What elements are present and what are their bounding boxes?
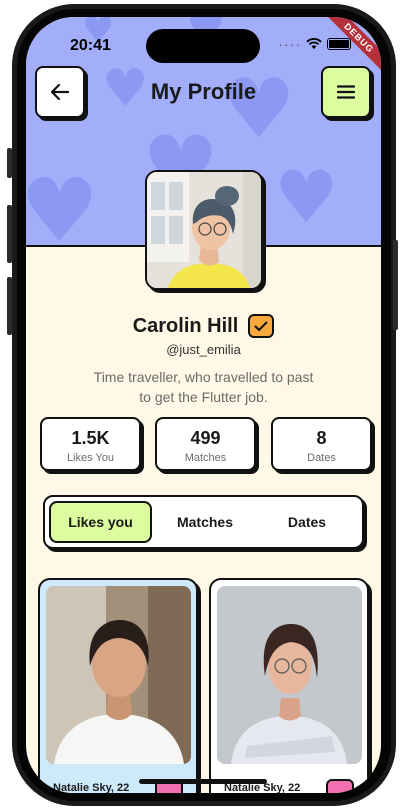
stat-value: 8 [316,428,327,448]
status-icons: ···· [278,36,351,52]
stat-value: 499 [190,428,221,448]
dynamic-island [146,29,260,63]
stat-likes-you[interactable]: 1.5K Likes You [40,417,141,471]
profile-name: Carolin Hill [132,314,239,337]
menu-button[interactable] [321,66,371,118]
match-card[interactable]: Natalie Sky, 22 [209,578,369,793]
profile-photo [147,172,261,288]
heart-decoration-icon: ♥ [274,155,339,239]
signal-icon: ···· [278,36,301,52]
app-screen: ♥ ♥ ♥ ♥ ♥ ♥ ♥ 20:41 ···· DEBUG My Profil… [26,17,381,793]
battery-icon [327,38,351,50]
card-like-button[interactable] [326,779,354,793]
hamburger-menu-icon [337,85,355,99]
phone-side-button [7,205,12,263]
stat-value: 1.5K [71,428,110,448]
wifi-icon [306,38,322,49]
tab-bar: Likes you Matches Dates [43,495,364,549]
status-time: 20:41 [70,37,111,54]
person-photo [217,586,362,764]
stat-label: Matches [184,452,227,464]
profile-bio: Time traveller, who travelled to past to… [93,369,314,405]
stat-label: Dates [307,452,336,464]
person-photo [46,586,191,764]
stat-label: Likes You [66,452,115,464]
card-photo [217,586,362,764]
profile-handle: @just_emilia [166,342,241,357]
tab-matches[interactable]: Matches [155,501,255,543]
tab-likes-you[interactable]: Likes you [49,501,152,543]
card-photo [46,586,191,764]
home-indicator[interactable] [139,779,267,784]
card-name: Natalie Sky, 22 [53,782,130,793]
profile-avatar[interactable] [145,170,263,290]
verified-badge [248,314,275,338]
profile-name-row: Carolin Hill [26,314,381,338]
phone-side-button [7,148,12,178]
tab-dates[interactable]: Dates [257,501,357,543]
stat-matches[interactable]: 499 Matches [155,417,256,471]
match-card[interactable]: Natalie Sky, 22 [38,578,198,793]
check-icon [254,321,268,331]
stat-dates[interactable]: 8 Dates [271,417,372,471]
heart-decoration-icon: ♥ [26,159,99,247]
phone-side-button [7,277,12,335]
phone-side-button [393,240,398,330]
